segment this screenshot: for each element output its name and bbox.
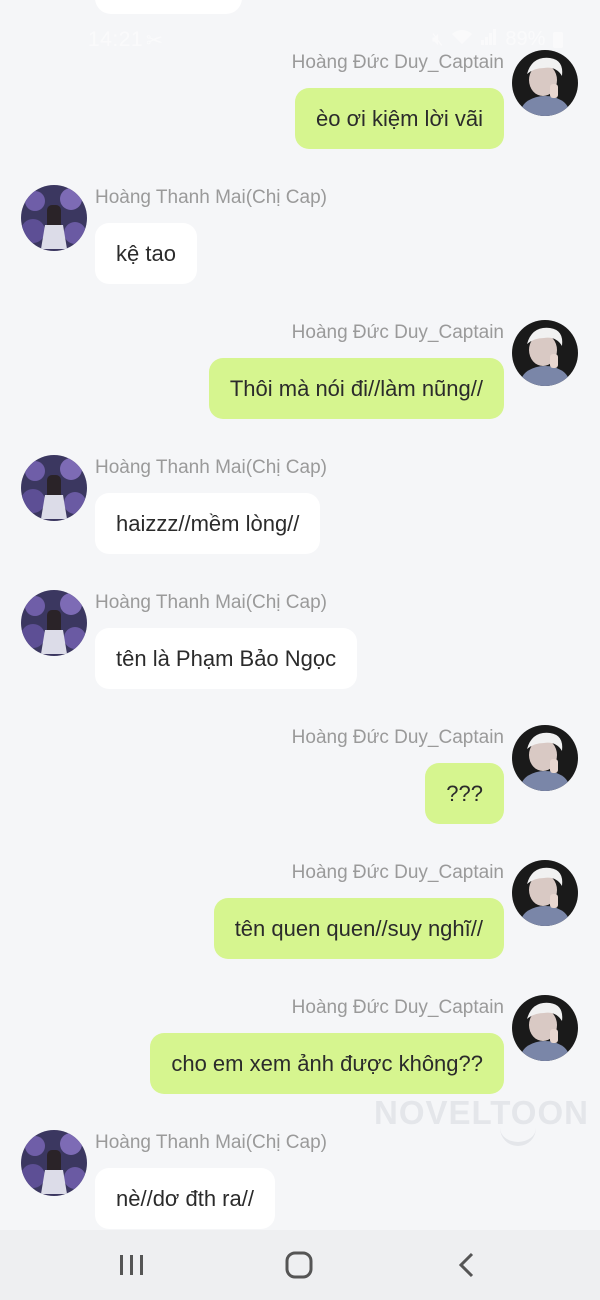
avatar[interactable]: [512, 320, 578, 386]
received-message: Hoàng Thanh Mai(Chị Cap) kệ tao: [0, 185, 600, 295]
sender-name: Hoàng Đức Duy_Captain: [291, 727, 504, 748]
home-button[interactable]: [259, 1230, 339, 1300]
avatar[interactable]: [512, 995, 578, 1061]
received-message: Hoàng Thanh Mai(Chị Cap) haizzz//mềm lòng…: [0, 455, 600, 565]
message-bubble[interactable]: Thôi mà nói đi//làm nũng//: [208, 358, 504, 419]
sender-name: Hoàng Thanh Mai(Chị Cap): [95, 592, 327, 613]
sent-message: Hoàng Đức Duy_Captain tên quen quen//suy …: [0, 860, 600, 970]
sender-name: Hoàng Đức Duy_Captain: [291, 52, 504, 73]
sent-message: Hoàng Đức Duy_Captain???: [0, 725, 600, 835]
avatar[interactable]: [512, 860, 578, 926]
sent-message: Hoàng Đức Duy_Captain èo ơi kiệm lời vãi: [0, 50, 600, 160]
message-bubble[interactable]: haizzz//mềm lòng//: [95, 493, 321, 554]
signal-icon: [481, 29, 497, 50]
mute-icon: 🔇︎: [432, 29, 444, 49]
sender-name: Hoàng Đức Duy_Captain: [291, 322, 504, 343]
back-icon: [458, 1252, 474, 1278]
battery-level: 89%: [505, 28, 546, 50]
message-bubble[interactable]: kệ tao: [95, 223, 197, 284]
back-button[interactable]: [427, 1230, 507, 1300]
recent-apps-icon: [120, 1255, 143, 1275]
battery-icon: [553, 31, 564, 48]
sender-name: Hoàng Đức Duy_Captain: [291, 997, 504, 1018]
avatar[interactable]: [21, 185, 87, 251]
sender-name: Hoàng Đức Duy_Captain: [291, 862, 504, 883]
partial-message-bubble: [95, 0, 242, 14]
sender-name: Hoàng Thanh Mai(Chị Cap): [95, 457, 327, 478]
watermark-logo: NOVELTOON: [374, 1094, 589, 1131]
message-bubble[interactable]: tên là Phạm Bảo Ngọc: [95, 628, 358, 689]
status-time: 14:21: [88, 28, 144, 51]
sender-name: Hoàng Thanh Mai(Chị Cap): [95, 1132, 327, 1153]
wifi-icon: [451, 29, 473, 50]
message-bubble[interactable]: ???: [425, 763, 504, 824]
sender-name: Hoàng Thanh Mai(Chị Cap): [95, 187, 327, 208]
message-bubble[interactable]: tên quen quen//suy nghĩ//: [213, 898, 504, 959]
avatar[interactable]: [512, 725, 578, 791]
message-bubble[interactable]: cho em xem ảnh được không??: [150, 1033, 504, 1094]
sent-message: Hoàng Đức Duy_Captain Thôi mà nói đi//làm…: [0, 320, 600, 430]
received-message: Hoàng Thanh Mai(Chị Cap) tên là Phạm Bảo …: [0, 590, 600, 700]
message-bubble[interactable]: nè//dơ đth ra//: [95, 1168, 275, 1229]
avatar[interactable]: [21, 455, 87, 521]
recent-apps-button[interactable]: [92, 1230, 172, 1300]
avatar[interactable]: [21, 590, 87, 656]
home-icon: [285, 1251, 313, 1279]
message-bubble[interactable]: èo ơi kiệm lời vãi: [294, 88, 504, 149]
navigation-bar: [0, 1230, 600, 1300]
sent-message: Hoàng Đức Duy_Captaincho em xem ảnh được…: [0, 995, 600, 1105]
received-message: Hoàng Thanh Mai(Chị Cap) nè//dơ đth ra//: [0, 1130, 600, 1240]
avatar[interactable]: [21, 1130, 87, 1196]
avatar[interactable]: [512, 50, 578, 116]
status-icons: 🔇︎ 89%: [432, 28, 564, 51]
